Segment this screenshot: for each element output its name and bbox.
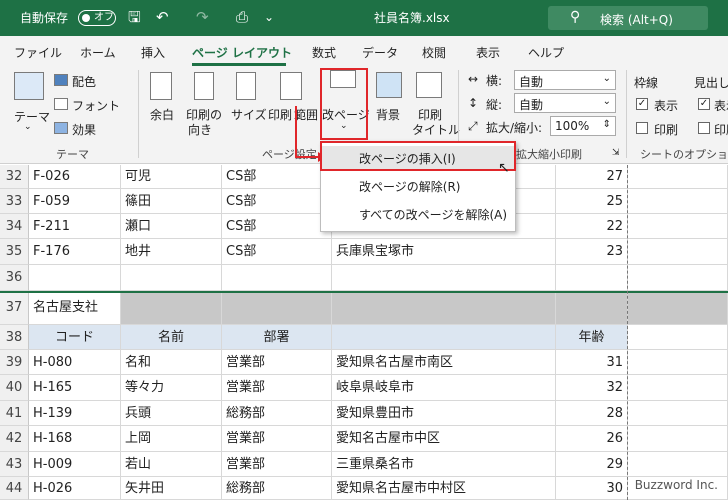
menu-item-highlight bbox=[320, 141, 516, 171]
mouse-cursor-icon: ↖ bbox=[498, 160, 510, 176]
remove-page-break-item[interactable]: 改ページの解除(R) bbox=[321, 174, 515, 198]
reset-all-page-breaks-item[interactable]: すべての改ページを解除(A) bbox=[321, 202, 515, 226]
callout-arrow bbox=[295, 106, 326, 162]
watermark: Buzzword Inc. bbox=[634, 478, 718, 492]
